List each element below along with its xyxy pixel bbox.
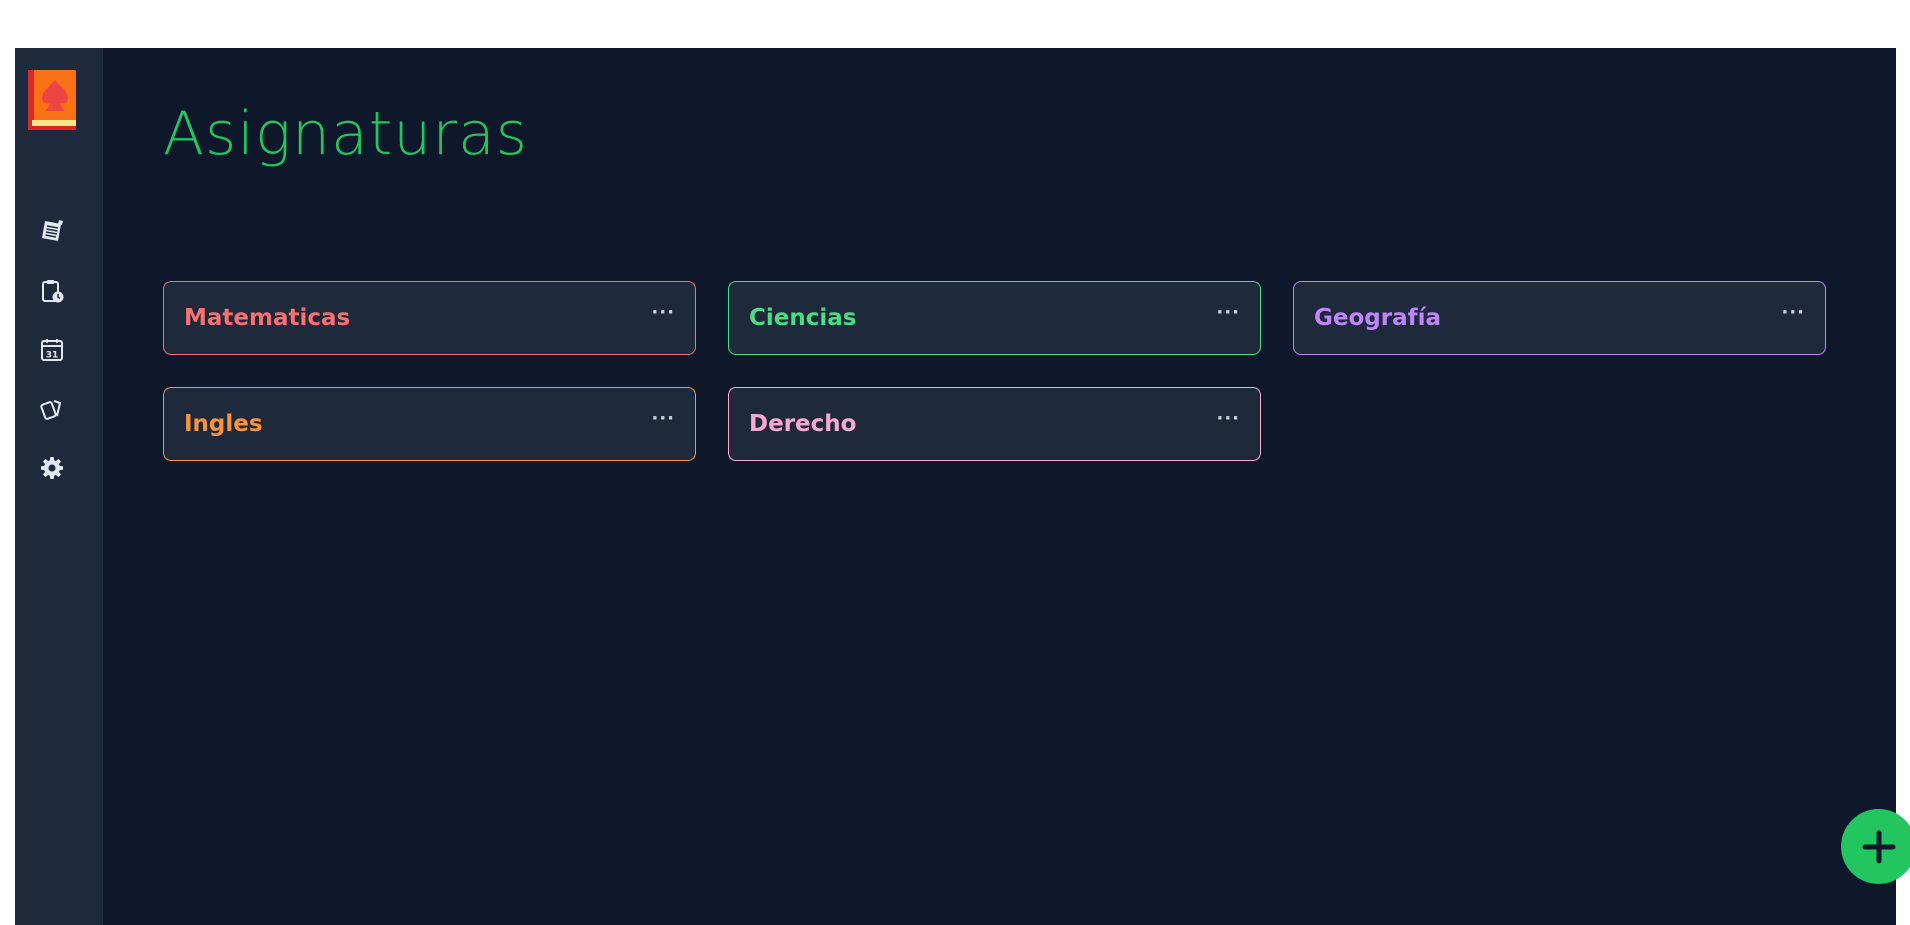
more-options-icon[interactable]: ··· [651,302,675,323]
subject-name: Geografía [1314,305,1442,331]
app-window: 31 Asignaturas Matematicas ··· Ciencias … [15,48,1910,925]
more-options-icon[interactable]: ··· [1216,408,1240,429]
main-content: Asignaturas Matematicas ··· Ciencias ···… [103,48,1910,925]
subject-card-geografia[interactable]: Geografía ··· [1293,281,1826,355]
calendar-31-icon[interactable]: 31 [37,335,67,365]
page-title: Asignaturas [163,99,529,169]
flashcards-icon[interactable] [37,394,67,424]
subject-name: Matematicas [184,305,351,331]
svg-text:31: 31 [46,351,59,361]
subject-name: Ciencias [749,305,857,331]
subject-card-ingles[interactable]: Ingles ··· [163,387,696,461]
subject-name: Ingles [184,411,263,437]
plus-icon [1862,830,1895,863]
clipboard-clock-icon[interactable] [37,276,67,306]
more-options-icon[interactable]: ··· [651,408,675,429]
add-subject-button[interactable] [1841,809,1910,884]
more-options-icon[interactable]: ··· [1216,302,1240,323]
gear-icon[interactable] [37,453,67,483]
notes-icon[interactable] [37,216,67,246]
sidebar: 31 [15,48,103,925]
more-options-icon[interactable]: ··· [1781,302,1805,323]
subject-card-derecho[interactable]: Derecho ··· [728,387,1261,461]
subject-name: Derecho [749,411,857,437]
subject-card-ciencias[interactable]: Ciencias ··· [728,281,1261,355]
logo-book-spade-icon[interactable] [28,70,78,130]
subject-card-matematicas[interactable]: Matematicas ··· [163,281,696,355]
